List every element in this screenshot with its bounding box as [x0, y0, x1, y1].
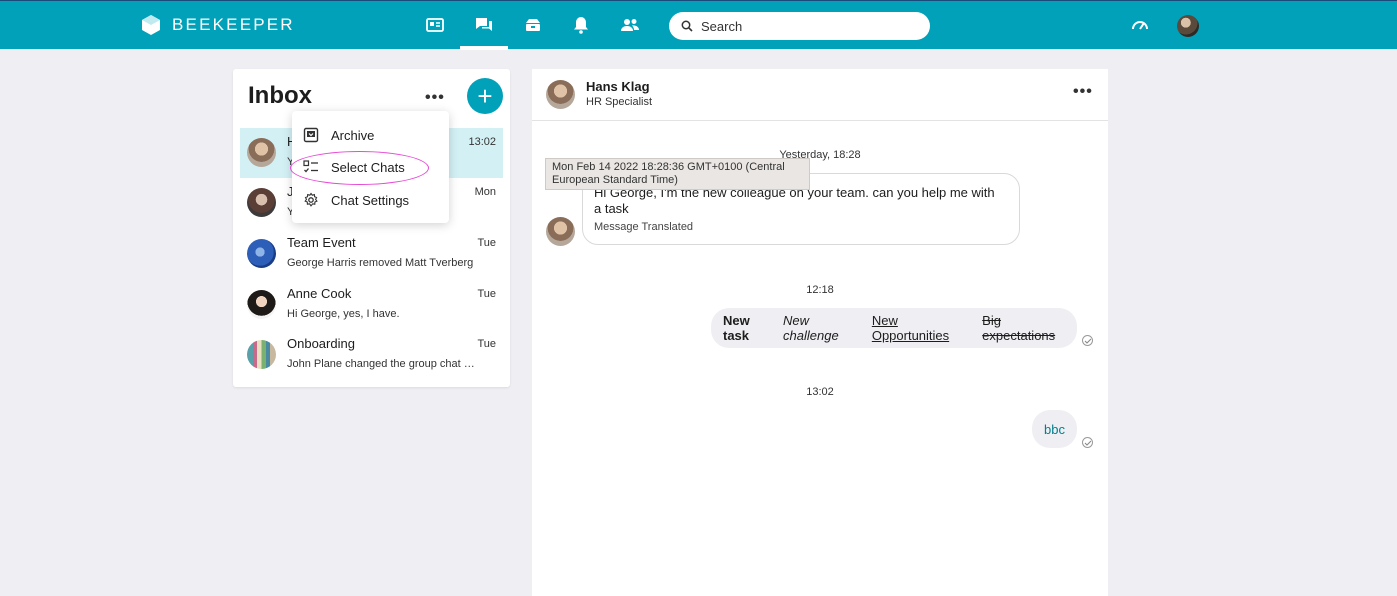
chat-name: Onboarding — [287, 336, 355, 351]
sender-avatar — [546, 217, 575, 246]
chat-icon — [476, 18, 492, 31]
chat-name: Anne Cook — [287, 286, 352, 301]
underlined-text: New Opportunities — [871, 313, 950, 343]
nav-chats[interactable] — [472, 13, 496, 37]
translation-note: Message Translated — [594, 221, 694, 233]
search-box[interactable] — [669, 12, 930, 40]
menu-item-select-chats[interactable]: Select Chats — [292, 151, 449, 183]
people-icon — [621, 19, 639, 31]
beekeeper-logo-icon — [142, 15, 160, 35]
apps-icon — [526, 19, 540, 31]
inbox-options-menu: Archive Select Chats Chat Settings — [292, 111, 449, 223]
speedometer-icon — [1132, 21, 1148, 30]
nav-dashboard[interactable] — [1128, 13, 1152, 37]
outgoing-message-bubble[interactable]: New task New challenge New Opportunities… — [711, 308, 1077, 348]
brand-name: BEEKEEPER — [172, 15, 295, 34]
menu-item-label: Select Chats — [331, 159, 405, 175]
search-icon — [681, 20, 693, 32]
sent-check-icon — [1082, 335, 1093, 346]
avatar — [247, 188, 276, 217]
nav-people[interactable] — [618, 13, 642, 37]
chat-list-item[interactable]: Team Event Tue George Harris removed Mat… — [240, 229, 503, 279]
user-avatar[interactable] — [1177, 15, 1199, 37]
menu-item-archive[interactable]: Archive — [292, 119, 449, 151]
chat-preview: John Plane changed the group chat name — [287, 358, 475, 370]
timestamp-tooltip: Mon Feb 14 2022 18:28:36 GMT+0100 (Centr… — [545, 158, 810, 190]
conversation-more-options-icon[interactable]: ••• — [1073, 83, 1093, 101]
inbox-more-options-icon[interactable]: ••• — [425, 89, 445, 107]
archive-icon — [303, 127, 319, 143]
avatar — [247, 138, 276, 167]
sent-check-icon — [1082, 437, 1093, 448]
menu-item-chat-settings[interactable]: Chat Settings — [292, 184, 449, 216]
search-input[interactable] — [701, 18, 901, 34]
strikethrough-text: Big expectations — [982, 313, 1056, 343]
conversation-header: Hans Klag HR Specialist ••• — [532, 69, 1108, 121]
top-navigation-bar: BEEKEEPER — [0, 0, 1397, 50]
group-avatar — [247, 239, 276, 268]
date-separator: 13:02 — [806, 386, 834, 398]
chat-time: Tue — [477, 288, 496, 300]
bell-icon — [574, 17, 588, 34]
newsfeed-icon — [426, 18, 444, 32]
nav-apps[interactable] — [521, 13, 545, 37]
italic-text: New challenge — [783, 313, 839, 343]
chat-time: Tue — [477, 237, 496, 249]
chat-time: Tue — [477, 338, 496, 350]
nav-newsfeed[interactable] — [423, 13, 447, 37]
brand-logo[interactable]: BEEKEEPER — [140, 14, 295, 36]
nav-notifications[interactable] — [569, 13, 593, 37]
conversation-panel: Hans Klag HR Specialist ••• Yesterday, 1… — [532, 69, 1108, 596]
plus-icon: + — [477, 81, 493, 111]
outgoing-message-bubble[interactable]: bbc — [1032, 410, 1077, 448]
contact-avatar[interactable] — [546, 80, 575, 109]
chat-name: Team Event — [287, 235, 356, 250]
chat-time: 13:02 — [468, 136, 496, 148]
chat-preview: Hi George, yes, I have. — [287, 308, 400, 320]
chat-time: Mon — [474, 186, 496, 198]
bold-text: New task — [723, 313, 750, 343]
message-text: bbc — [1044, 421, 1065, 437]
menu-item-label: Archive — [331, 127, 375, 143]
menu-item-label: Chat Settings — [331, 192, 410, 208]
contact-role: HR Specialist — [586, 96, 653, 108]
gear-icon — [304, 192, 318, 207]
new-chat-button[interactable]: + — [467, 78, 503, 114]
group-avatar — [247, 340, 276, 369]
inbox-title: Inbox — [248, 82, 312, 109]
chat-list-item[interactable]: Onboarding Tue John Plane changed the gr… — [240, 330, 503, 380]
date-separator: 12:18 — [806, 284, 834, 296]
avatar — [247, 290, 276, 319]
active-tab-indicator — [460, 46, 508, 50]
checklist-icon — [303, 160, 318, 173]
chat-list-item[interactable]: Anne Cook Tue Hi George, yes, I have. — [240, 280, 503, 330]
chat-preview: George Harris removed Matt Tverberg — [287, 257, 474, 269]
contact-name[interactable]: Hans Klag — [586, 79, 650, 94]
